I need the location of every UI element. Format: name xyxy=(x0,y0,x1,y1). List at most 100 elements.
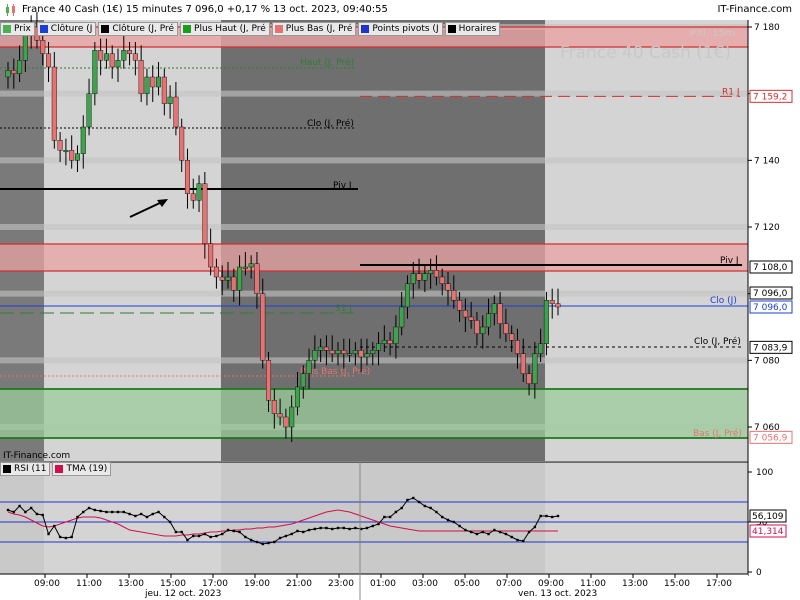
rsi-point xyxy=(400,506,403,510)
rsi-point xyxy=(134,514,137,518)
rsi-point xyxy=(29,506,33,510)
rsi-point xyxy=(116,510,120,514)
rsi-point xyxy=(244,535,247,539)
candle xyxy=(248,263,254,268)
candle xyxy=(190,193,196,201)
legend-item[interactable]: Prix xyxy=(0,22,35,36)
candle xyxy=(242,266,248,269)
candle xyxy=(22,33,28,61)
candle xyxy=(393,326,399,344)
rsi-point xyxy=(296,529,299,533)
session-shade-rsi xyxy=(0,462,44,574)
rsi-point xyxy=(284,534,288,538)
rsi-point xyxy=(365,526,369,530)
legend-swatch xyxy=(274,25,283,33)
rsi-point xyxy=(435,510,438,514)
candle xyxy=(11,70,17,74)
chart-legend: Prix Clôture (J Clôture (J, Pré Plus Haut (… xyxy=(0,22,501,36)
rsi-point xyxy=(41,513,44,517)
candle xyxy=(312,350,318,361)
candle xyxy=(486,313,492,328)
rsi-point xyxy=(336,526,340,530)
candle xyxy=(103,53,109,61)
r1-label: R1 J xyxy=(722,87,740,97)
x-tick-label: 01:00 xyxy=(370,579,396,589)
rsi-point xyxy=(128,512,131,516)
legend-item[interactable]: Plus Bas (J, Pré xyxy=(271,22,357,36)
rsi-point xyxy=(533,525,537,529)
candle xyxy=(121,50,127,61)
source-label: IT-Finance.com xyxy=(3,451,70,461)
rsi-point xyxy=(383,515,386,519)
y-tick-label: 7 180 xyxy=(754,23,780,33)
candle xyxy=(80,126,86,154)
date-label: ven. 13 oct. 2023 xyxy=(518,589,597,599)
rsi-point xyxy=(498,530,502,534)
candle xyxy=(399,306,405,328)
legend-item[interactable]: Points pivots (J xyxy=(358,22,443,36)
rsi-point xyxy=(24,510,27,514)
rsi-point xyxy=(221,532,224,536)
rsi-point xyxy=(267,541,270,545)
candle xyxy=(294,386,300,408)
rsi-point xyxy=(342,526,345,530)
candle xyxy=(480,326,486,334)
rsi-point xyxy=(53,524,56,528)
candle xyxy=(509,333,515,341)
candle xyxy=(497,303,503,324)
legend-item[interactable]: Horaires xyxy=(444,22,501,36)
legend-item[interactable]: Clôture (J xyxy=(36,22,97,36)
rsi-point xyxy=(215,534,218,538)
x-tick-label: 23:00 xyxy=(328,579,354,589)
candle xyxy=(335,350,341,354)
legend-swatch xyxy=(39,25,48,33)
rsi-point xyxy=(516,538,519,542)
x-tick-label: 13:00 xyxy=(118,579,144,589)
candle xyxy=(219,276,225,281)
rsi-point xyxy=(417,500,421,504)
x-tick-label: 05:00 xyxy=(454,579,480,589)
rsi-point xyxy=(493,528,496,532)
rsi-legend-item[interactable]: RSI (11 xyxy=(0,462,51,476)
rsi-point xyxy=(87,506,91,510)
candle xyxy=(457,300,463,311)
rsi-point xyxy=(539,514,542,518)
legend-label: Clôture (J, Pré xyxy=(112,24,175,34)
rsi-point xyxy=(458,524,461,528)
rsi-point xyxy=(510,535,513,539)
rsi-legend-item[interactable]: TMA (19) xyxy=(52,462,112,476)
low-label: Bas (J, Pré) xyxy=(693,428,742,439)
rsi-y-tick-label: 100 xyxy=(756,468,773,478)
x-tick-label: 09:00 xyxy=(34,579,60,589)
rsi-point xyxy=(354,526,357,530)
rsi-point xyxy=(111,510,114,514)
current-price-text: 7 096,0 xyxy=(753,289,788,299)
candle xyxy=(376,343,382,351)
candle xyxy=(468,316,474,321)
legend-label: Plus Haut (J, Pré xyxy=(194,24,266,34)
candle xyxy=(428,270,434,274)
candle xyxy=(161,76,167,104)
candle xyxy=(98,50,104,61)
rsi-y-tick-label: 0 xyxy=(756,568,762,578)
candle xyxy=(370,350,376,354)
x-tick-label: 17:00 xyxy=(706,579,732,589)
candle xyxy=(306,360,312,374)
price-chart: France 40 Cash (1€) PXI, 15m R1 J Haut (J, … xyxy=(0,12,800,600)
rsi-legend: RSI (11 TMA (19) xyxy=(0,462,112,476)
y-tick-label: 7 080 xyxy=(754,356,780,366)
candle xyxy=(318,346,324,351)
candle xyxy=(127,50,133,54)
rsi-point xyxy=(18,504,21,508)
candle xyxy=(277,413,283,418)
pivot-prev-label: Piv J xyxy=(333,181,352,191)
candle xyxy=(404,283,410,308)
candle xyxy=(387,340,393,344)
rsi-point xyxy=(6,508,10,512)
rsi-point xyxy=(35,512,39,516)
candle xyxy=(63,150,69,153)
legend-item[interactable]: Clôture (J, Pré xyxy=(98,22,179,36)
pivot-value-box-text: 7 108,0 xyxy=(753,263,788,273)
legend-item[interactable]: Plus Haut (J, Pré xyxy=(180,22,270,36)
rsi-point xyxy=(105,510,108,514)
